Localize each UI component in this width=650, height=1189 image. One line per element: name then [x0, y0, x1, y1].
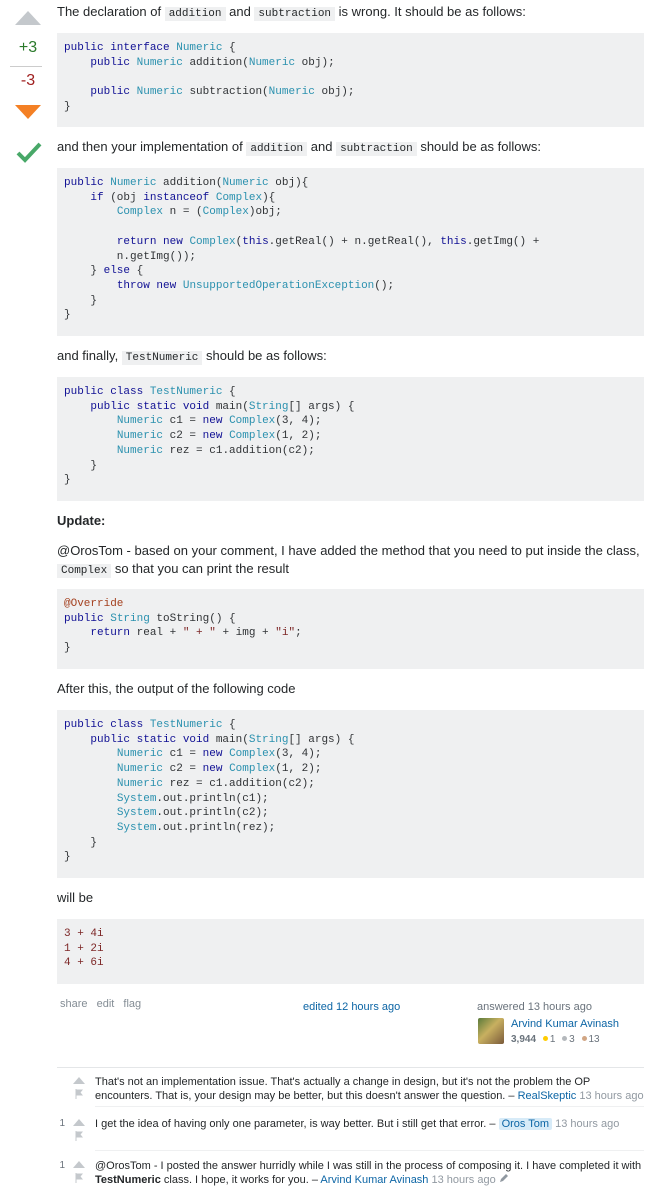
comment-time[interactable]: 13 hours ago [432, 1174, 496, 1186]
code-block-implementation: public Numeric addition(Numeric obj){ if… [57, 168, 644, 336]
post-menu: share edit flag [60, 998, 147, 1010]
comment-body: That's not an implementation issue. That… [95, 1075, 644, 1103]
text: and [225, 4, 255, 19]
inline-code: TestNumeric [121, 351, 203, 365]
update-heading: Update: [57, 513, 106, 528]
text: is wrong. It should be as follows: [335, 4, 526, 19]
comment-flag-icon[interactable] [75, 1173, 83, 1183]
bronze-count: 13 [588, 1034, 600, 1045]
comment-user[interactable]: Oros Tom [498, 1118, 553, 1130]
comment-user[interactable]: RealSkeptic [518, 1090, 577, 1102]
share-link[interactable]: share [60, 998, 88, 1010]
score-divider [10, 66, 42, 67]
code-block-tostring: @Override public String toString() { ret… [57, 589, 644, 669]
text: and finally, [57, 348, 122, 363]
comment-text: That's not an implementation issue. That… [95, 1076, 591, 1102]
text: and then your implementation of [57, 139, 247, 154]
author-name[interactable]: Arvind Kumar Avinash [511, 1018, 619, 1030]
comment-body: I get the idea of having only one parame… [95, 1117, 644, 1131]
edit-link[interactable]: edit [97, 998, 115, 1010]
gold-count: 1 [549, 1034, 556, 1045]
code-block-main: public class TestNumeric { public static… [57, 710, 644, 878]
inline-code: addition [246, 142, 308, 156]
upvote-arrow-icon[interactable] [15, 11, 41, 25]
inline-code: addition [164, 7, 226, 21]
comment-text: @OrosTom - I posted the answer hurridly … [95, 1160, 642, 1172]
code-block-output: 3 + 4i 1 + 2i 4 + 6i [57, 919, 644, 984]
comment-upvote-icon[interactable] [73, 1161, 85, 1168]
text: and [307, 139, 337, 154]
text: The declaration of [57, 4, 165, 19]
inline-code: subtraction [254, 7, 336, 21]
text: should be as follows: [202, 348, 327, 363]
downvote-arrow-icon[interactable] [15, 105, 41, 119]
paragraph-after: After this, the output of the following … [57, 681, 296, 696]
comment-time[interactable]: 13 hours ago [555, 1118, 619, 1130]
comment-text: I get the idea of having only one parame… [95, 1118, 499, 1130]
comment-bold-text: TestNumeric [95, 1174, 161, 1186]
text: @OrosTom - based on your comment, I have… [57, 543, 640, 558]
comment-upvote-icon[interactable] [73, 1077, 85, 1084]
comment-body: @OrosTom - I posted the answer hurridly … [95, 1159, 644, 1187]
output-line: 1 + 2i [64, 942, 104, 955]
author-reputation: 3,944 1 3 13 [511, 1034, 600, 1045]
comment-text: class. I hope, it works for you. – [160, 1174, 321, 1186]
paragraph-update: @OrosTom - based on your comment, I have… [57, 542, 644, 580]
edited-timestamp[interactable]: edited 12 hours ago [303, 1001, 400, 1013]
paragraph-finally: and finally, TestNumeric should be as fo… [57, 347, 327, 367]
comment-divider [95, 1150, 644, 1151]
output-line: 4 + 6i [64, 957, 104, 970]
code-block-interface: public interface Numeric { public Numeri… [57, 33, 644, 127]
inline-code: Complex [57, 564, 112, 578]
gold-badge-icon [542, 1036, 548, 1041]
upvote-count: +3 [18, 39, 38, 56]
accepted-check-icon [16, 142, 42, 163]
output-line: 3 + 4i [64, 928, 104, 940]
paragraph-will-be: will be [57, 890, 94, 905]
text: should be as follows: [416, 139, 541, 154]
downvote-count: -3 [20, 72, 36, 89]
silver-count: 3 [569, 1034, 575, 1045]
flag-link[interactable]: flag [123, 998, 141, 1010]
comment-time[interactable]: 13 hours ago [579, 1090, 643, 1102]
reputation-score: 3,944 [511, 1034, 537, 1045]
comment-flag-icon[interactable] [75, 1089, 83, 1099]
comment-score: 1 [59, 1118, 65, 1129]
inline-code: subtraction [336, 142, 417, 156]
answered-timestamp: answered 13 hours ago [477, 1001, 592, 1013]
pencil-edit-icon[interactable] [499, 1173, 509, 1183]
comments-section: That's not an implementation issue. That… [57, 1067, 644, 1186]
comment-divider [95, 1106, 644, 1107]
code-block-testnumeric: public class TestNumeric { public static… [57, 377, 644, 501]
avatar[interactable] [478, 1018, 504, 1044]
comment-flag-icon[interactable] [75, 1131, 83, 1141]
paragraph-declaration: The declaration of addition and subtract… [57, 3, 526, 23]
bronze-badge-icon [581, 1036, 587, 1041]
silver-badge-icon [562, 1036, 568, 1041]
comment-score: 1 [59, 1160, 65, 1171]
comment-upvote-icon[interactable] [73, 1119, 85, 1126]
paragraph-implementation: and then your implementation of addition… [57, 138, 541, 158]
text: so that you can print the result [111, 561, 289, 576]
comment-user[interactable]: Arvind Kumar Avinash [320, 1174, 428, 1186]
